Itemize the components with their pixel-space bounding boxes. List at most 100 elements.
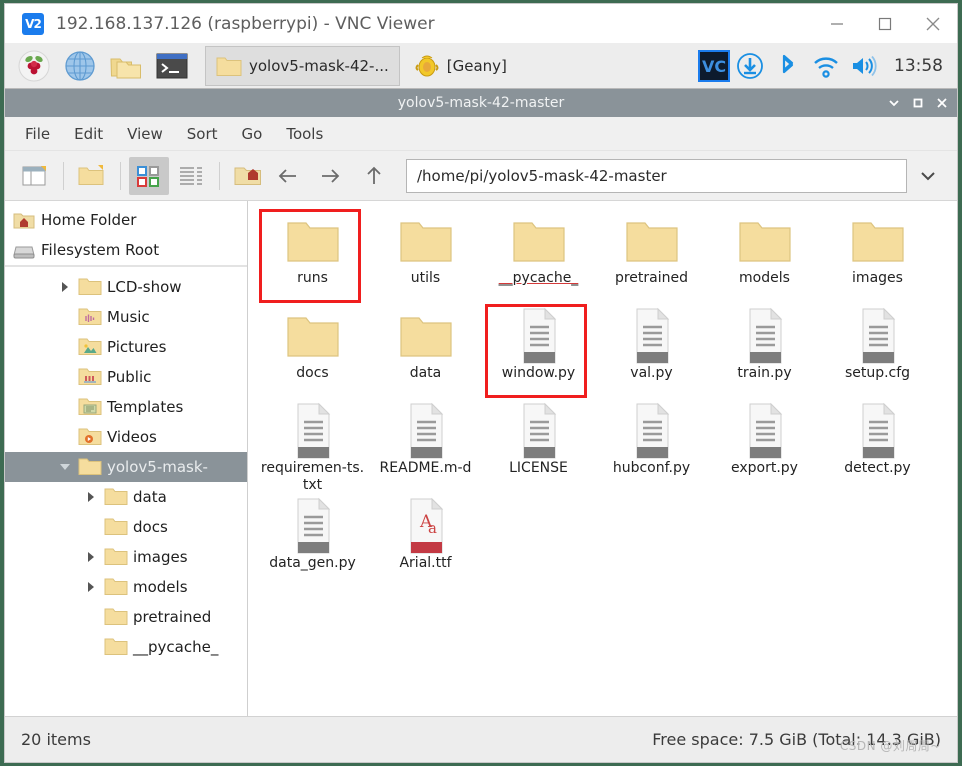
music-folder-icon <box>78 307 102 327</box>
updates-icon[interactable] <box>732 47 768 85</box>
document-icon <box>741 402 789 459</box>
chevron-right-icon[interactable] <box>83 552 99 562</box>
file-item[interactable]: __pycache_ <box>482 209 595 304</box>
file-name-label: hubconf.py <box>612 460 691 476</box>
tree-item-pictures[interactable]: Pictures <box>5 332 247 362</box>
chevron-right-icon[interactable] <box>83 582 99 592</box>
file-name-label: export.py <box>731 460 798 476</box>
folder-icon <box>738 222 791 262</box>
close-icon[interactable] <box>909 4 957 43</box>
folder-icon <box>286 215 340 267</box>
folder-icon <box>78 368 102 385</box>
bluetooth-icon[interactable] <box>770 47 806 85</box>
tree-item-pretrained[interactable]: pretrained <box>5 602 247 632</box>
chevron-right-icon[interactable] <box>83 492 99 502</box>
templates-folder-icon <box>78 397 102 417</box>
file-item[interactable]: README.m-d <box>369 399 482 494</box>
sidebar-item-home-folder[interactable]: Home Folder <box>5 205 247 235</box>
path-input[interactable]: /home/pi/yolov5-mask-42-master <box>406 158 907 193</box>
document-icon <box>636 307 669 364</box>
file-item[interactable]: detect.py <box>821 399 934 494</box>
tree-item-templates[interactable]: Templates <box>5 392 247 422</box>
places-pane: Home Folder Filesystem Root <box>5 201 247 267</box>
file-item[interactable]: docs <box>256 304 369 399</box>
task-file-manager[interactable]: yolov5-mask-42-... <box>205 45 400 86</box>
taskbar-window-list: yolov5-mask-42-... [Geany] <box>205 45 698 86</box>
file-item[interactable]: setup.cfg <box>821 304 934 399</box>
vnc-viewer-window: V2 192.168.137.126 (raspberrypi) - VNC V… <box>4 3 958 763</box>
tree-item-pycache[interactable]: __pycache_ <box>5 632 247 662</box>
file-item[interactable]: data_gen.py <box>256 494 369 589</box>
file-item[interactable]: models <box>708 209 821 304</box>
folder-icon <box>512 215 566 267</box>
maximize-window-icon[interactable] <box>911 96 925 110</box>
file-item[interactable]: requiremen-ts.txt <box>256 399 369 494</box>
chevron-right-icon[interactable] <box>57 282 73 292</box>
home-button[interactable] <box>228 157 268 195</box>
tree-item-music[interactable]: Music <box>5 302 247 332</box>
tree-item-public[interactable]: Public <box>5 362 247 392</box>
menu-file[interactable]: File <box>15 121 60 147</box>
file-item[interactable]: train.py <box>708 304 821 399</box>
icon-view-button[interactable] <box>129 156 169 195</box>
volume-icon[interactable] <box>846 47 882 85</box>
file-item[interactable]: data <box>369 304 482 399</box>
folder-icon <box>104 607 128 627</box>
file-item[interactable]: utils <box>369 209 482 304</box>
tree-item-data[interactable]: data <box>5 482 247 512</box>
svg-text:a: a <box>428 519 437 537</box>
tree-item-docs[interactable]: docs <box>5 512 247 542</box>
close-window-icon[interactable] <box>935 96 949 110</box>
tree-item-lcd-show[interactable]: LCD-show <box>5 272 247 302</box>
folder-icon <box>104 608 128 625</box>
screen: V2 192.168.137.126 (raspberrypi) - VNC V… <box>0 0 962 766</box>
tree-item-images[interactable]: images <box>5 542 247 572</box>
menu-edit[interactable]: Edit <box>64 121 113 147</box>
sidebar-item-filesystem-root[interactable]: Filesystem Root <box>5 235 247 265</box>
tree-item-models[interactable]: models <box>5 572 247 602</box>
task-geany[interactable]: [Geany] <box>404 46 517 86</box>
raspberry-menu-icon[interactable] <box>15 47 53 85</box>
file-name-label: val.py <box>630 365 673 381</box>
terminal-icon[interactable] <box>153 47 191 85</box>
menu-view[interactable]: View <box>117 121 173 147</box>
forward-button[interactable] <box>312 157 352 195</box>
path-dropdown-icon[interactable] <box>909 159 947 193</box>
detailed-list-view-button[interactable] <box>171 157 211 195</box>
file-item[interactable]: val.py <box>595 304 708 399</box>
file-manager-icon[interactable] <box>107 47 145 85</box>
geany-icon <box>415 55 439 76</box>
file-name-label: runs <box>297 270 328 286</box>
vnc-server-icon[interactable]: VC <box>698 49 730 82</box>
file-item[interactable]: export.py <box>708 399 821 494</box>
file-item[interactable]: Aa Arial.ttf <box>369 494 482 589</box>
new-folder-button[interactable] <box>72 157 112 195</box>
task-file-manager-label: yolov5-mask-42-... <box>249 56 389 75</box>
chevron-down-icon[interactable] <box>57 464 73 470</box>
back-button[interactable] <box>270 157 310 195</box>
menu-tools[interactable]: Tools <box>276 121 333 147</box>
folder-icon <box>286 317 339 357</box>
shade-window-icon[interactable] <box>887 96 901 110</box>
minimize-icon[interactable] <box>813 4 861 43</box>
web-browser-icon[interactable] <box>61 47 99 85</box>
file-item[interactable]: window.py <box>482 304 595 399</box>
file-item[interactable]: hubconf.py <box>595 399 708 494</box>
tree-item-videos[interactable]: Videos <box>5 422 247 452</box>
file-item[interactable]: LICENSE <box>482 399 595 494</box>
menu-sort[interactable]: Sort <box>177 121 228 147</box>
document-icon <box>854 402 902 459</box>
tree-item-yolov5-mask[interactable]: yolov5-mask- <box>5 452 247 482</box>
wifi-icon[interactable] <box>808 47 844 85</box>
folder-icon <box>851 215 905 267</box>
file-item[interactable]: runs <box>256 209 369 304</box>
file-item[interactable]: pretrained <box>595 209 708 304</box>
new-tab-button[interactable] <box>15 157 55 195</box>
folder-icon <box>104 578 128 595</box>
file-item[interactable]: images <box>821 209 934 304</box>
menu-go[interactable]: Go <box>232 121 273 147</box>
up-button[interactable] <box>354 157 394 195</box>
maximize-icon[interactable] <box>861 4 909 43</box>
file-name-label: data_gen.py <box>269 555 356 571</box>
taskbar-clock[interactable]: 13:58 <box>894 56 943 76</box>
